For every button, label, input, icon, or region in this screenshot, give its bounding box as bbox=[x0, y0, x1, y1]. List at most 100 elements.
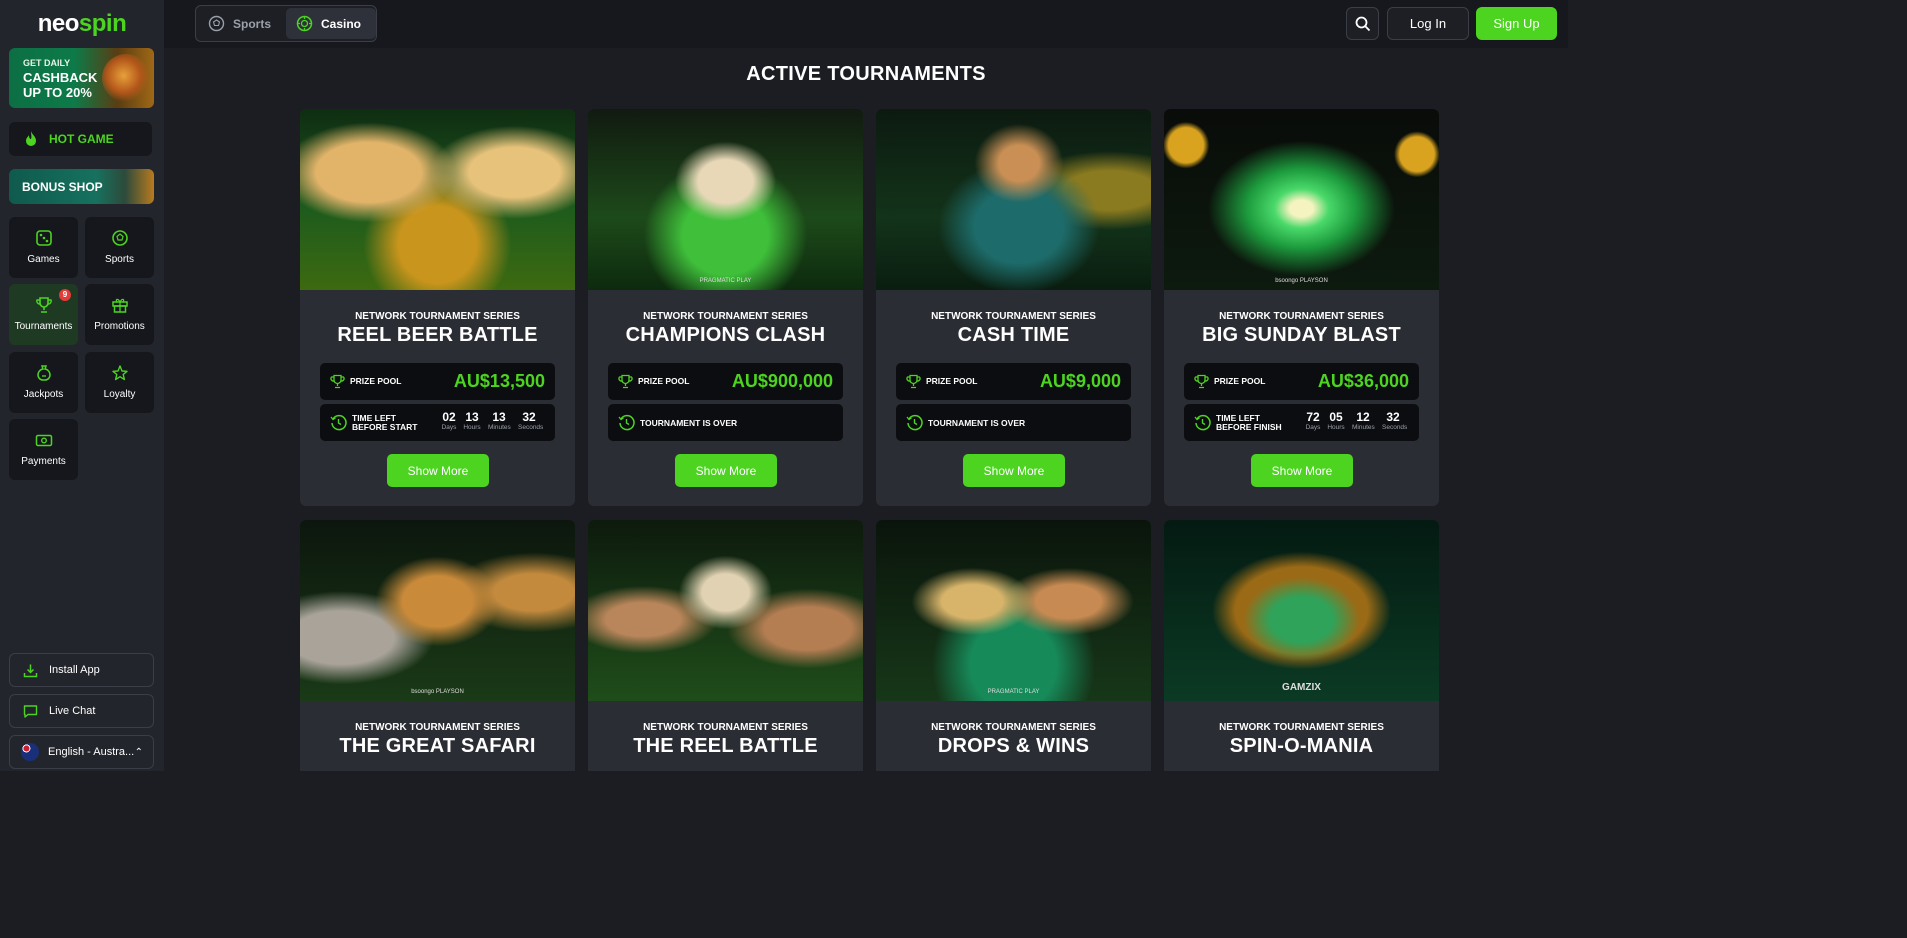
countdown-days-value: 72 bbox=[1306, 410, 1320, 424]
hot-game-button[interactable]: HOT GAME bbox=[9, 122, 152, 156]
language-label: English - Austra... bbox=[48, 746, 135, 758]
install-app-label: Install App bbox=[49, 664, 100, 676]
countdown-box: TOURNAMENT IS OVER bbox=[896, 404, 1131, 441]
time-left-line2: BEFORE START bbox=[352, 421, 418, 432]
star-icon bbox=[111, 365, 128, 381]
clock-icon bbox=[330, 414, 347, 431]
sidebar: neospin GET DAILY CASHBACK UP TO 20% HOT… bbox=[0, 0, 164, 771]
sidebar-item-label: Payments bbox=[21, 456, 66, 467]
trophy-icon bbox=[330, 374, 345, 389]
flame-icon bbox=[26, 131, 36, 146]
logo[interactable]: neospin bbox=[0, 10, 164, 38]
countdown-seconds-unit: Seconds bbox=[518, 424, 544, 431]
chat-icon bbox=[23, 704, 38, 718]
prize-pool-label: PRIZE POOL bbox=[926, 376, 978, 386]
live-chat-label: Live Chat bbox=[49, 705, 96, 717]
tournament-banner-image[interactable]: GAMZIX bbox=[1164, 520, 1439, 701]
sidebar-item-sports[interactable]: Sports bbox=[85, 217, 154, 278]
show-more-button[interactable]: Show More bbox=[963, 454, 1065, 487]
prize-pool-value: AU$9,000 bbox=[1039, 371, 1121, 391]
sports-casino-switch: Sports Casino bbox=[195, 5, 377, 42]
series-label: NETWORK TOURNAMENT SERIES bbox=[643, 722, 808, 733]
tournament-banner-image[interactable]: PRAGMATIC PLAY bbox=[588, 109, 863, 290]
countdown-seconds: 32 Seconds bbox=[518, 410, 544, 432]
login-button[interactable]: Log In bbox=[1387, 7, 1469, 40]
show-more-button[interactable]: Show More bbox=[1251, 454, 1353, 487]
tournament-banner-image[interactable] bbox=[588, 520, 863, 701]
countdown-days-value: 02 bbox=[442, 410, 456, 424]
clock-icon bbox=[906, 414, 923, 431]
time-left-label: TIME LEFT BEFORE START bbox=[352, 414, 417, 431]
prize-pool-box: PRIZE POOL AU$13,500 bbox=[320, 363, 555, 400]
show-more-button[interactable]: Show More bbox=[675, 454, 777, 487]
install-app-button[interactable]: Install App bbox=[9, 653, 154, 687]
countdown-minutes-unit: Minutes bbox=[488, 424, 511, 431]
provider-logo: PRAGMATIC PLAY bbox=[699, 278, 752, 284]
time-left-line2: BEFORE FINISH bbox=[1216, 421, 1282, 432]
sidebar-item-tournaments[interactable]: Tournaments 9 bbox=[9, 284, 78, 345]
top-bar: Sports Casino Log In Sign Up bbox=[164, 0, 1568, 48]
casino-chip-icon bbox=[296, 15, 313, 32]
sidebar-item-jackpots[interactable]: Jackpots bbox=[9, 352, 78, 413]
countdown-days: 72 Days bbox=[1302, 411, 1324, 432]
tournament-name: DROPS & WINS bbox=[937, 735, 1090, 757]
tournament-card: NETWORK TOURNAMENT SERIES CASH TIME PRIZ… bbox=[876, 109, 1151, 506]
trophy-icon bbox=[906, 374, 921, 389]
sidebar-item-label: Loyalty bbox=[103, 389, 136, 400]
sidebar-item-promotions[interactable]: Promotions bbox=[85, 284, 154, 345]
countdown-box: TOURNAMENT IS OVER bbox=[608, 404, 843, 441]
app-root: neospin GET DAILY CASHBACK UP TO 20% HOT… bbox=[0, 0, 1568, 771]
sidebar-item-games[interactable]: Games bbox=[9, 217, 78, 278]
sidebar-item-loyalty[interactable]: Loyalty bbox=[85, 352, 154, 413]
countdown-minutes-value: 13 bbox=[492, 410, 506, 424]
sidebar-item-label: Promotions bbox=[94, 321, 145, 332]
countdown-minutes: 13 Minutes bbox=[488, 410, 511, 432]
trophy-icon bbox=[1194, 374, 1209, 389]
tournament-name: SPIN-O-MANIA bbox=[1229, 735, 1374, 757]
dice-icon bbox=[35, 230, 52, 246]
tournament-banner-image[interactable] bbox=[300, 109, 575, 290]
series-label: NETWORK TOURNAMENT SERIES bbox=[355, 722, 520, 733]
provider-logo: bsoongo PLAYSON bbox=[411, 689, 464, 695]
ball-icon bbox=[111, 230, 128, 246]
tournament-banner-image[interactable] bbox=[876, 109, 1151, 290]
language-selector[interactable]: English - Austra... ⌃ bbox=[9, 735, 154, 769]
series-label: NETWORK TOURNAMENT SERIES bbox=[355, 311, 520, 322]
sidebar-item-label: Tournaments bbox=[14, 321, 73, 332]
tournament-name: REEL BEER BATTLE bbox=[337, 324, 538, 346]
download-icon bbox=[23, 664, 38, 677]
countdown-days-unit: Days bbox=[1305, 424, 1321, 431]
countdown-days-unit: Days bbox=[441, 424, 457, 431]
tab-casino-label: Casino bbox=[321, 16, 362, 31]
search-button[interactable] bbox=[1346, 7, 1379, 40]
tournament-banner-image[interactable]: bsoongo PLAYSON bbox=[1164, 109, 1439, 290]
countdown-hours-value: 13 bbox=[465, 410, 479, 424]
clock-icon bbox=[618, 414, 635, 431]
tournament-banner-image[interactable]: bsoongo PLAYSON bbox=[300, 520, 575, 701]
bonus-shop-banner[interactable]: BONUS SHOP bbox=[9, 169, 154, 204]
live-chat-button[interactable]: Live Chat bbox=[9, 694, 154, 728]
tournament-banner-image[interactable]: PRAGMATIC PLAY bbox=[876, 520, 1151, 701]
sidebar-item-label: Jackpots bbox=[23, 389, 64, 400]
prize-pool-value: AU$900,000 bbox=[731, 371, 833, 391]
show-more-button[interactable]: Show More bbox=[387, 454, 489, 487]
tournament-card: bsoongo PLAYSON NETWORK TOURNAMENT SERIE… bbox=[1164, 109, 1439, 506]
cash-icon bbox=[35, 434, 52, 447]
provider-logo: PRAGMATIC PLAY bbox=[987, 689, 1040, 695]
tab-sports[interactable]: Sports bbox=[208, 8, 271, 39]
prize-pool-box: PRIZE POOL AU$36,000 bbox=[1184, 363, 1419, 400]
tournament-card: NETWORK TOURNAMENT SERIES THE REEL BATTL… bbox=[588, 520, 863, 771]
australia-flag-icon bbox=[21, 743, 39, 761]
cashback-banner[interactable]: GET DAILY CASHBACK UP TO 20% bbox=[9, 48, 154, 108]
series-label: NETWORK TOURNAMENT SERIES bbox=[931, 311, 1096, 322]
countdown-hours-value: 05 bbox=[1329, 410, 1343, 424]
sidebar-item-payments[interactable]: Payments bbox=[9, 419, 78, 480]
countdown-seconds-value: 32 bbox=[522, 410, 536, 424]
tournament-over-label: TOURNAMENT IS OVER bbox=[928, 418, 1026, 428]
prize-pool-box: PRIZE POOL AU$900,000 bbox=[608, 363, 843, 400]
signup-button[interactable]: Sign Up bbox=[1476, 7, 1557, 40]
countdown-hours-unit: Hours bbox=[463, 424, 481, 431]
clock-icon bbox=[1194, 414, 1211, 431]
countdown-box: TIME LEFT BEFORE START 02 Days 13 Hours 13 M… bbox=[320, 404, 555, 441]
tab-casino[interactable]: Casino bbox=[286, 8, 376, 39]
